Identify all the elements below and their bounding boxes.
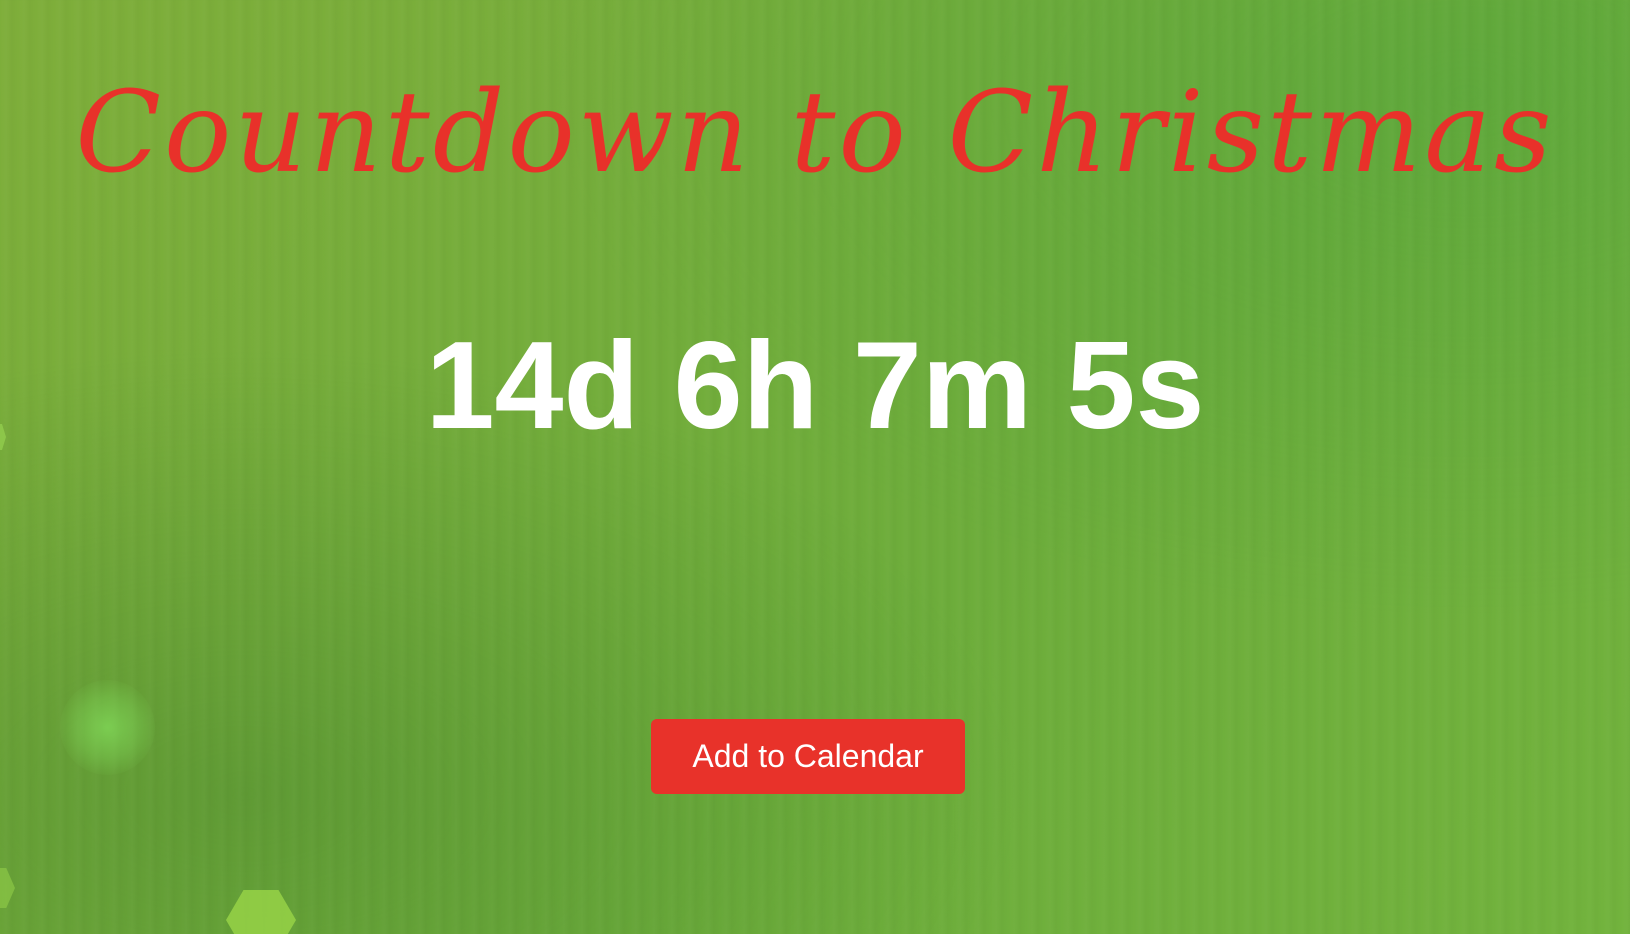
hexagon-decoration (226, 890, 296, 934)
hexagon-decoration (0, 868, 15, 908)
countdown-timer: 14d 6h 7m 5s (425, 317, 1205, 455)
add-to-calendar-button[interactable]: Add to Calendar (651, 719, 965, 794)
bokeh-light (60, 680, 155, 775)
page-title: Countdown to Christmas (75, 68, 1555, 198)
